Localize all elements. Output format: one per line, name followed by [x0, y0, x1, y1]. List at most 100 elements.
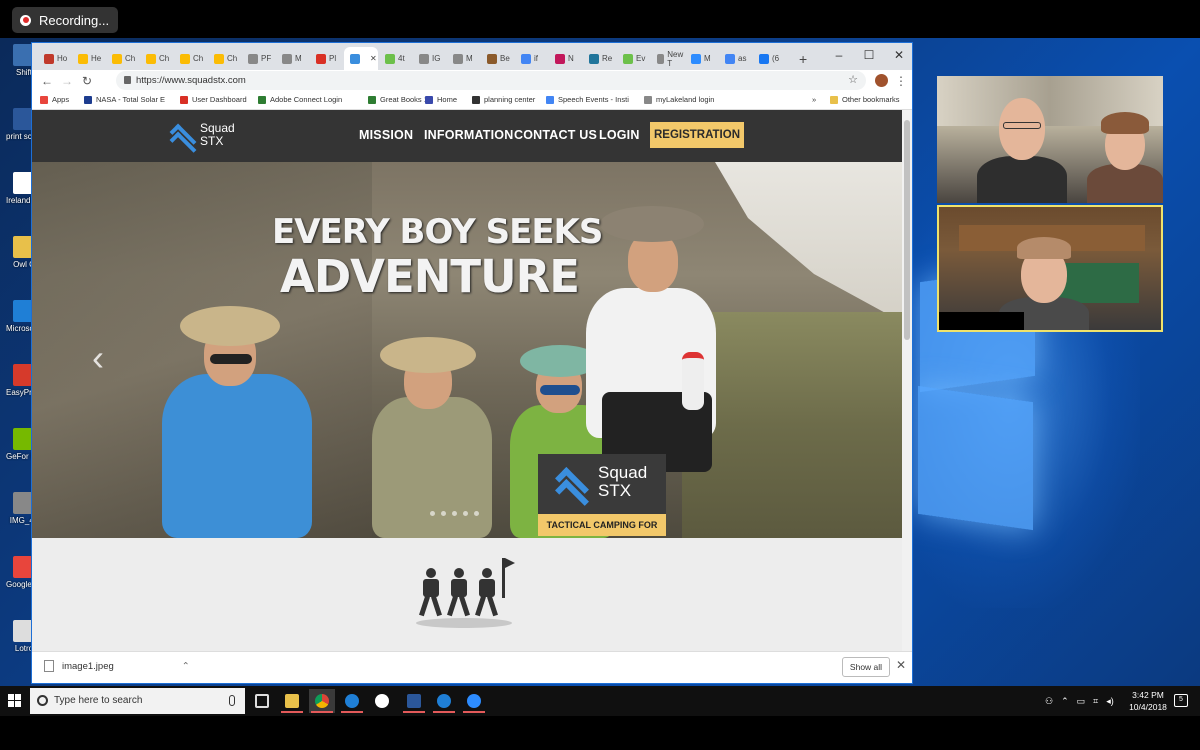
bookmarks-more-icon[interactable]: » — [812, 95, 816, 104]
word-icon[interactable] — [401, 689, 427, 713]
favicon-icon — [180, 53, 190, 64]
favicon-icon — [644, 95, 652, 104]
browser-tab[interactable]: M — [685, 47, 718, 70]
windows-start-icon[interactable] — [8, 694, 22, 708]
browser-tab[interactable]: if — [515, 47, 548, 70]
nav-login[interactable]: LOGIN — [599, 128, 640, 142]
carousel-prev-icon[interactable]: ‹ — [92, 337, 104, 379]
bookmark-label: Apps — [52, 95, 70, 104]
browser-tab[interactable]: N — [549, 47, 582, 70]
tab-label: Ch — [227, 54, 238, 63]
close-window-icon[interactable]: ✕ — [884, 45, 914, 65]
back-icon[interactable]: ← — [38, 72, 56, 90]
bookmark-item[interactable]: Apps — [40, 95, 69, 104]
bookmark-item[interactable]: Speech Events - Insti — [546, 95, 629, 104]
bookmark-item[interactable]: Home — [425, 95, 457, 104]
video-tile-2-active-speaker[interactable] — [937, 205, 1163, 332]
close-download-bar-icon[interactable]: ✕ — [896, 658, 906, 672]
people-icon[interactable]: ⚇ — [1045, 696, 1053, 707]
address-bar[interactable]: https://www.squadstx.com ☆ — [116, 71, 866, 90]
tab-label: M — [704, 54, 711, 63]
video-tile-1[interactable] — [937, 76, 1163, 203]
favicon-icon — [78, 53, 88, 64]
browser-tab[interactable]: Ev — [617, 47, 650, 70]
carousel-indicators[interactable] — [430, 511, 479, 516]
bookmark-item[interactable]: User Dashboard — [180, 95, 247, 104]
profile-avatar[interactable] — [875, 74, 888, 87]
new-tab-button[interactable]: + — [793, 47, 807, 70]
browser-tab[interactable]: He — [72, 47, 105, 70]
maximize-icon[interactable]: ☐ — [854, 45, 884, 65]
battery-icon[interactable]: ▭ — [1077, 696, 1086, 707]
browser-tab[interactable]: Ch — [106, 47, 139, 70]
reload-icon[interactable]: ↻ — [78, 72, 96, 90]
favicon-icon — [759, 53, 769, 64]
chrome-taskbar-icon[interactable] — [309, 689, 335, 713]
browser-tab[interactable]: Ho — [38, 47, 71, 70]
recording-label: Recording... — [39, 12, 110, 28]
taskbar-clock[interactable]: 3:42 PM 10/4/2018 — [1128, 689, 1168, 713]
xbox-icon[interactable] — [369, 689, 395, 713]
tab-active[interactable]: ✕ — [344, 47, 378, 70]
browser-tab[interactable]: M — [276, 47, 309, 70]
scrollbar-thumb[interactable] — [904, 120, 910, 340]
recording-indicator[interactable]: Recording... — [12, 7, 118, 33]
browser-tab[interactable]: IG — [413, 47, 446, 70]
bookmark-item[interactable]: NASA - Total Solar E — [84, 95, 165, 104]
browser-tab[interactable]: (6 — [753, 47, 786, 70]
browser-tab[interactable]: 4t — [379, 47, 412, 70]
favicon-icon — [546, 95, 554, 104]
browser-tab[interactable]: Pl — [310, 47, 343, 70]
page-scrollbar[interactable] — [902, 110, 912, 651]
tray-chevron-icon[interactable]: ⌃ — [1061, 696, 1069, 707]
show-all-button[interactable]: Show all — [842, 657, 890, 677]
taskbar-search-input[interactable]: Type here to search — [30, 688, 245, 714]
browser-tab[interactable]: Ch — [140, 47, 173, 70]
nav-information[interactable]: INFORMATION — [424, 128, 513, 142]
download-item[interactable]: image1.jpeg ⌃ — [44, 660, 190, 672]
task-view-icon[interactable] — [249, 689, 275, 713]
minimize-icon[interactable]: – — [824, 45, 854, 65]
favicon-icon — [487, 53, 497, 64]
browser-tab[interactable]: Re — [583, 47, 616, 70]
browser-tab[interactable]: PF — [242, 47, 275, 70]
favicon-icon — [521, 53, 531, 64]
bookmark-item[interactable]: Adobe Connect Login — [258, 95, 342, 104]
zoom-icon[interactable] — [461, 689, 487, 713]
forward-icon[interactable]: → — [58, 72, 76, 90]
bookmark-item[interactable]: Great Books 1 — [368, 95, 428, 104]
tab-label: New T — [667, 49, 684, 68]
browser-tab[interactable]: Ch — [174, 47, 207, 70]
favicon-icon — [350, 53, 360, 64]
favicon-icon — [419, 53, 429, 64]
bookmark-item[interactable]: myLakeland login — [644, 95, 714, 104]
browser-tab[interactable]: Be — [481, 47, 514, 70]
nav-contact-us[interactable]: CONTACT US — [514, 128, 597, 142]
bookmark-item[interactable]: planning center — [472, 95, 535, 104]
browser-tab[interactable]: Ch — [208, 47, 241, 70]
registration-button[interactable]: REGISTRATION — [650, 122, 744, 148]
edge-2-icon[interactable] — [431, 689, 457, 713]
browser-tab[interactable]: as — [719, 47, 752, 70]
chevron-up-icon[interactable]: ⌃ — [182, 661, 190, 672]
file-explorer-icon[interactable] — [279, 689, 305, 713]
menu-icon[interactable]: ⋮ — [892, 72, 910, 90]
tab-label: Ch — [125, 54, 136, 63]
notifications-icon[interactable]: 5 — [1174, 694, 1188, 707]
browser-tab[interactable]: M — [447, 47, 480, 70]
volume-icon[interactable]: ◂) — [1106, 696, 1114, 707]
network-icon[interactable]: ⌗ — [1093, 696, 1098, 707]
close-tab-icon[interactable]: ✕ — [370, 54, 377, 63]
bookmark-star-icon[interactable]: ☆ — [848, 71, 858, 90]
edge-icon[interactable] — [339, 689, 365, 713]
other-bookmarks[interactable]: Other bookmarks — [830, 95, 900, 104]
lock-icon — [124, 76, 131, 84]
site-logo[interactable]: Squad STX — [169, 122, 235, 159]
bookmark-label: NASA - Total Solar E — [96, 95, 166, 104]
tab-label: if — [534, 54, 538, 63]
participant-man — [977, 94, 1067, 203]
favicon-icon — [214, 53, 224, 64]
nav-mission[interactable]: MISSION — [359, 128, 413, 142]
microphone-icon[interactable] — [229, 695, 235, 706]
browser-tab[interactable]: New T — [651, 47, 684, 70]
